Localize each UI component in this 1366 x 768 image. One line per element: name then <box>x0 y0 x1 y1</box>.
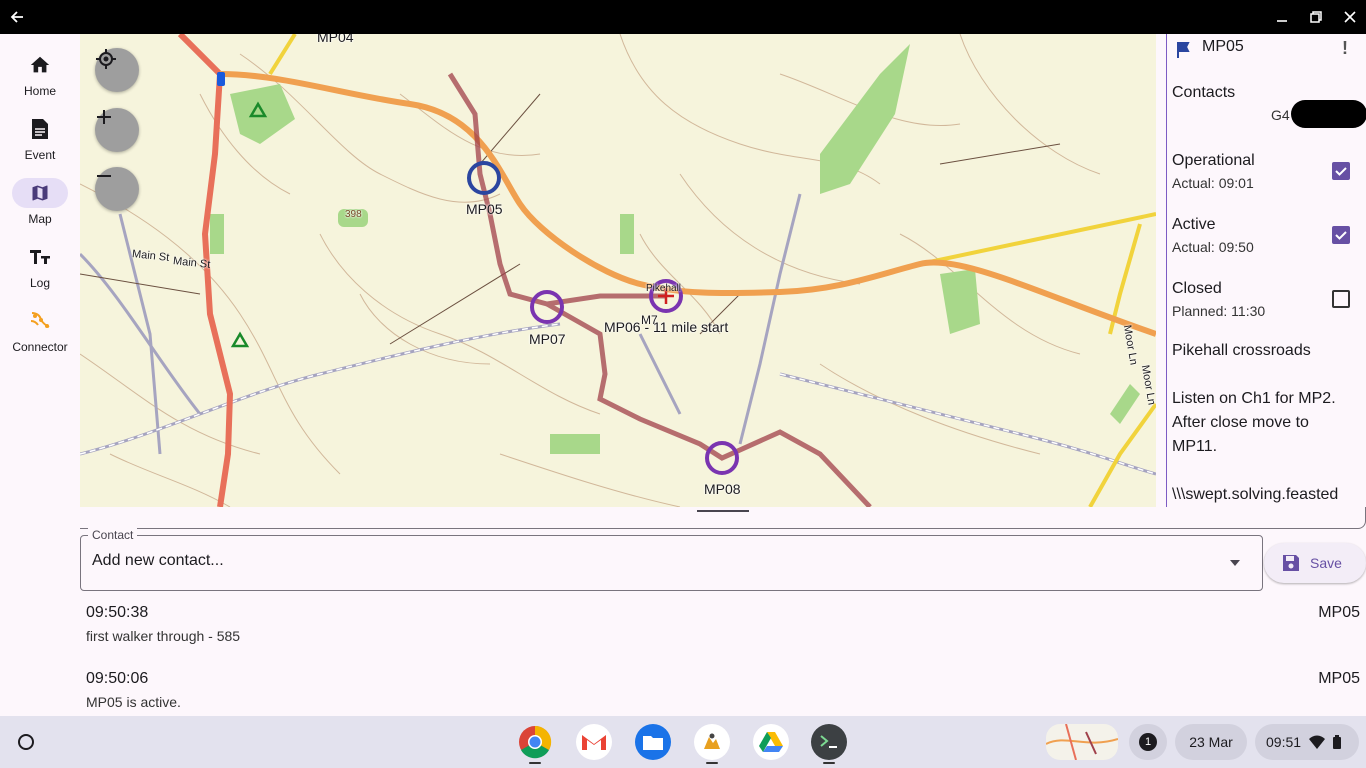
running-indicator <box>823 762 835 764</box>
save-label: Save <box>1310 555 1342 571</box>
check-icon <box>1335 231 1347 240</box>
checkpoint-panel: MP05 ! Contacts G4 Operational Actual: 0… <box>1166 34 1366 507</box>
operational-checkbox[interactable] <box>1332 162 1350 180</box>
log-message: first walker through - 585 <box>86 628 241 644</box>
zoom-out-button[interactable] <box>95 167 139 211</box>
drive-app[interactable] <box>753 724 789 760</box>
chrome-icon <box>519 725 552 759</box>
contact-field-label: Contact <box>88 528 138 542</box>
map-place-label: M7 <box>641 313 658 327</box>
log-checkpoint: MP05 <box>1318 604 1360 621</box>
rail-item-label: Event <box>24 148 56 162</box>
text-icon <box>30 250 50 264</box>
map-label-mp08[interactable]: MP08 <box>704 481 741 497</box>
alert-icon[interactable]: ! <box>1342 38 1348 59</box>
notification-count: 1 <box>1139 733 1157 751</box>
close-button[interactable] <box>1333 0 1366 34</box>
flag-icon <box>1177 42 1190 58</box>
map-spot-height: 398 <box>345 209 362 220</box>
minimize-button[interactable] <box>1265 0 1299 34</box>
drag-handle[interactable] <box>697 510 749 512</box>
back-button[interactable] <box>0 0 34 34</box>
date-text: 23 Mar <box>1189 734 1233 750</box>
contact-input[interactable]: Add new contact... <box>92 552 224 570</box>
rail-item-log[interactable]: Log <box>0 234 80 294</box>
running-indicator <box>529 762 541 764</box>
launcher-circle-icon <box>18 734 34 750</box>
rail-item-map[interactable]: Map <box>0 170 80 230</box>
contact-field[interactable] <box>80 535 1263 591</box>
battery-icon <box>1333 735 1342 749</box>
map-label-mp04: MP04 <box>317 34 354 45</box>
system-shelf: 1 23 Mar 09:51 <box>0 716 1366 768</box>
save-icon <box>1283 555 1299 571</box>
terminal-icon <box>820 735 837 748</box>
drive-icon <box>759 732 783 752</box>
wifi-icon <box>1309 735 1326 749</box>
map-label-mp06[interactable]: MP06 - 11 mile start <box>604 319 728 335</box>
note-text: Listen on Ch1 for MP2. <box>1172 390 1336 407</box>
check-icon <box>1335 167 1347 176</box>
running-indicator <box>706 762 718 764</box>
log-time: 09:50:06 <box>86 670 149 687</box>
rail-item-home[interactable]: Home <box>0 42 80 102</box>
minus-icon <box>97 175 111 177</box>
redacted-block <box>1291 100 1366 128</box>
log-time: 09:50:38 <box>86 604 149 621</box>
map-view[interactable]: MP04 MP05 MP07 MP06 - 11 mile start MP08… <box>80 34 1156 507</box>
rail-item-label: Map <box>28 212 52 226</box>
gmail-app[interactable] <box>576 724 612 760</box>
plus-icon <box>97 110 111 124</box>
rail-item-label: Connector <box>12 340 68 354</box>
log-checkpoint: MP05 <box>1318 670 1360 687</box>
chevron-down-icon[interactable] <box>1230 560 1240 566</box>
rail-item-connector[interactable]: Connector <box>0 298 80 358</box>
map-label-mp05[interactable]: MP05 <box>466 201 503 217</box>
app-map-icon <box>704 733 720 749</box>
home-icon <box>30 56 50 73</box>
location-text: Pikehall crossroads <box>1172 342 1311 359</box>
log-message: MP05 is active. <box>86 694 181 710</box>
map-icon <box>32 185 48 201</box>
close-icon <box>1344 11 1356 23</box>
map-label-mp07[interactable]: MP07 <box>529 331 566 347</box>
gmail-icon <box>582 735 606 750</box>
chrome-app[interactable] <box>517 724 553 760</box>
map-place-label: Pikehall <box>646 283 682 294</box>
active-checkbox[interactable] <box>1332 226 1350 244</box>
restore-icon <box>1310 11 1322 23</box>
crosshair-icon <box>96 49 116 69</box>
save-button[interactable]: Save <box>1264 543 1366 583</box>
note-text: After close move to <box>1172 414 1309 431</box>
arrow-left-icon <box>10 11 23 23</box>
title-bar <box>0 0 1366 34</box>
minimize-icon <box>1277 20 1287 22</box>
map-thumbnail[interactable] <box>1046 724 1118 760</box>
map-preview-icon <box>1046 724 1118 760</box>
document-icon <box>32 119 48 139</box>
note-text: MP11. <box>1172 438 1218 455</box>
panel-title: MP05 <box>1202 38 1244 55</box>
terminal-app[interactable] <box>811 724 847 760</box>
date-tray[interactable]: 23 Mar <box>1175 724 1247 760</box>
closed-checkbox[interactable] <box>1332 290 1350 308</box>
connector-icon <box>30 312 50 328</box>
launcher-button[interactable] <box>8 724 44 760</box>
files-app[interactable] <box>635 724 671 760</box>
navigation-rail: Home Event Map Log Connector <box>0 34 80 716</box>
zoom-in-button[interactable] <box>95 108 139 152</box>
rail-item-label: Home <box>23 84 56 98</box>
rail-item-event[interactable]: Event <box>0 106 80 166</box>
map-app[interactable] <box>694 724 730 760</box>
status-tray[interactable]: 09:51 <box>1255 724 1359 760</box>
clock-text: 09:51 <box>1266 734 1302 750</box>
notification-center[interactable]: 1 <box>1129 724 1167 760</box>
maximize-button[interactable] <box>1299 0 1333 34</box>
my-location-button[interactable] <box>95 48 139 92</box>
rail-item-label: Log <box>29 276 51 290</box>
what3words-text[interactable]: \\\swept.solving.feasted <box>1172 486 1366 504</box>
map-canvas <box>80 34 1156 507</box>
folder-icon <box>643 736 663 750</box>
